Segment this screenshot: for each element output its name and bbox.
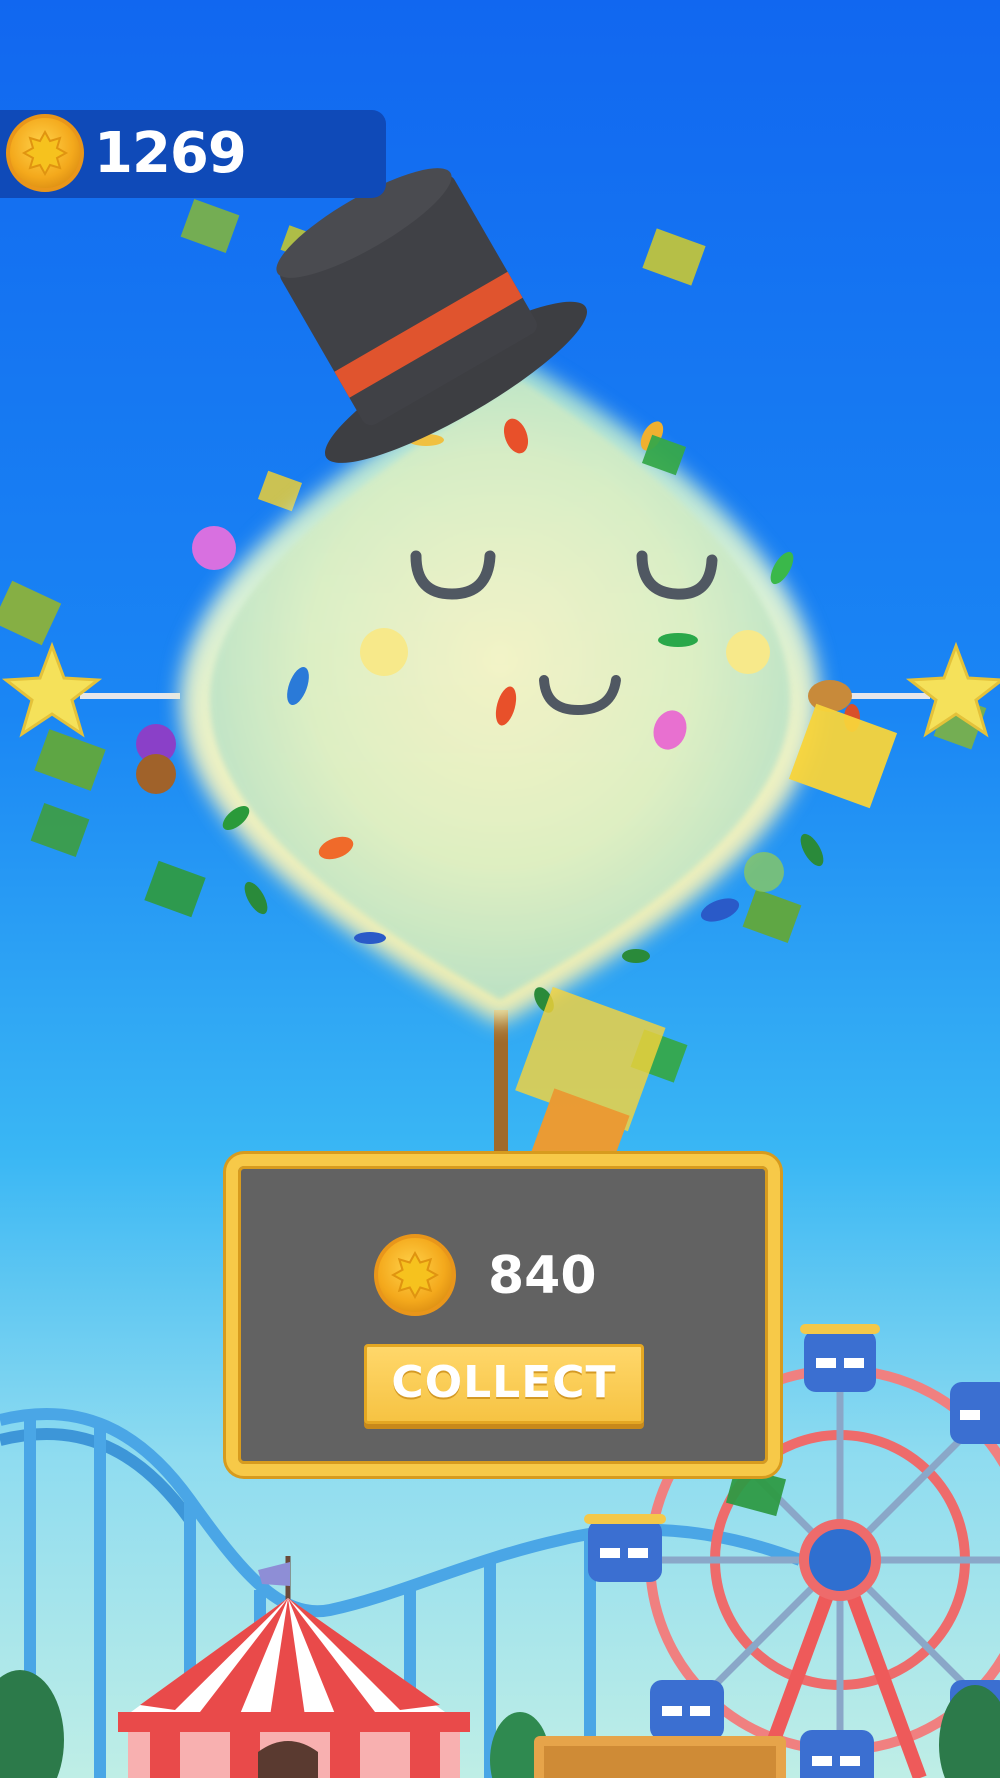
reward-amount: 840 xyxy=(488,1246,597,1306)
tree xyxy=(939,1685,1000,1778)
star-left xyxy=(1,641,103,738)
collect-button[interactable]: COLLECT xyxy=(364,1344,644,1424)
candy-stick xyxy=(494,1010,508,1160)
tree xyxy=(0,1670,64,1778)
coin-balance: 1269 xyxy=(94,121,247,186)
game-scene xyxy=(0,168,1000,1778)
coin-icon xyxy=(6,114,84,192)
reward-coin-icon xyxy=(374,1234,456,1316)
